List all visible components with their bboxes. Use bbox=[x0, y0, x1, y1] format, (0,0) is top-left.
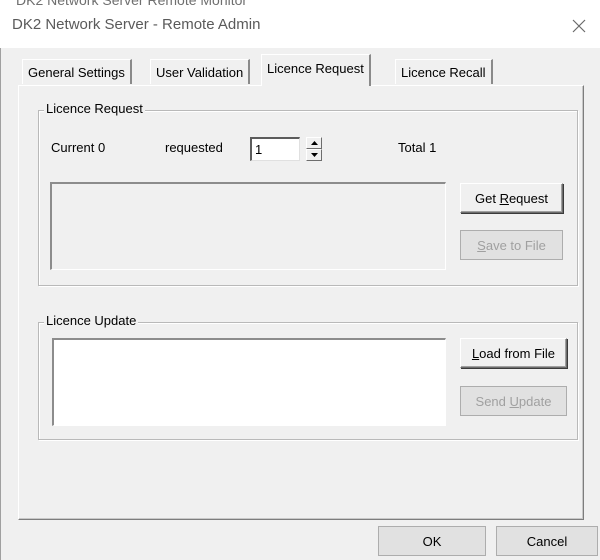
tab-user-validation[interactable]: User Validation bbox=[150, 59, 251, 84]
save-to-file-button[interactable]: Save to File bbox=[460, 230, 563, 260]
save-to-file-label-suffix: ave to File bbox=[485, 237, 546, 253]
get-request-button[interactable]: Get Request bbox=[460, 183, 563, 213]
get-request-label-prefix: Get bbox=[474, 190, 500, 206]
licence-update-text-area[interactable] bbox=[52, 338, 446, 426]
close-icon bbox=[572, 19, 586, 33]
load-from-file-button[interactable]: Load from File bbox=[460, 338, 567, 368]
send-update-label-prefix: Send bbox=[475, 393, 510, 409]
licence-request-text-area[interactable] bbox=[50, 182, 446, 270]
tab-licence-recall[interactable]: Licence Recall bbox=[395, 59, 493, 84]
background-window-title: DK2 Network Server Remote Monitor bbox=[16, 0, 248, 8]
chevron-down-icon bbox=[310, 153, 318, 157]
licence-update-group-label: Licence Update bbox=[44, 313, 139, 328]
get-request-label-suffix: equest bbox=[508, 190, 548, 206]
close-button[interactable] bbox=[566, 13, 592, 39]
send-update-button[interactable]: Send Update bbox=[460, 386, 567, 416]
total-count-label: Total 1 bbox=[398, 140, 437, 155]
spin-up-button[interactable] bbox=[306, 137, 322, 149]
requested-label: requested bbox=[165, 140, 223, 155]
tab-licence-request[interactable]: Licence Request bbox=[261, 54, 371, 86]
get-request-accelerator: R bbox=[499, 190, 509, 206]
requested-quantity-input[interactable]: 1 bbox=[250, 137, 300, 161]
save-to-file-accelerator: S bbox=[477, 237, 486, 253]
licence-request-group-label: Licence Request bbox=[44, 101, 145, 116]
spin-down-button[interactable] bbox=[306, 149, 322, 161]
send-update-accelerator: U bbox=[509, 393, 519, 409]
chevron-up-icon bbox=[310, 141, 318, 145]
tab-general-settings[interactable]: General Settings bbox=[22, 59, 132, 84]
send-update-label-suffix: pdate bbox=[518, 393, 552, 409]
window-title: DK2 Network Server - Remote Admin bbox=[12, 16, 261, 33]
window-left-edge bbox=[0, 48, 10, 560]
load-from-file-label-suffix: oad from File bbox=[479, 345, 556, 361]
current-count-label: Current 0 bbox=[51, 140, 106, 155]
cancel-button[interactable]: Cancel bbox=[496, 526, 598, 556]
ok-button[interactable]: OK bbox=[378, 526, 486, 556]
